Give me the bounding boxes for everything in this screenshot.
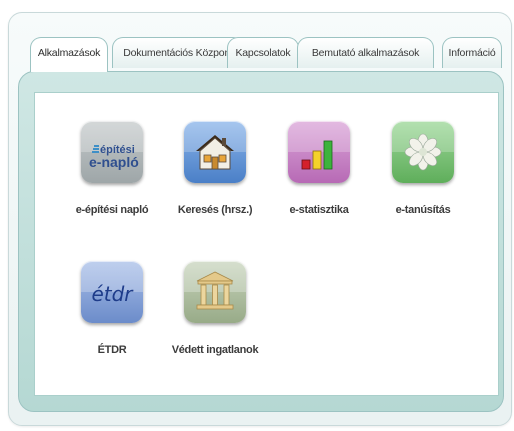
app-e-epitesi-naplo[interactable]: építési e-napló e-építési napló [57,121,167,216]
tab-dokumentacios-kozpont[interactable]: Dokumentációs Központ [112,37,244,68]
icon-text-bottom: e-napló [89,154,139,170]
app-label: e-tanúsítás [395,204,451,216]
tab-bar: Alkalmazások Dokumentációs Központ Kapcs… [25,37,505,72]
tab-alkalmazasok[interactable]: Alkalmazások [30,37,108,72]
tab-informacio[interactable]: Információ [442,37,502,68]
app-label: e-építési napló [75,204,149,216]
app-e-statisztika[interactable]: e-statisztika [264,121,374,216]
tab-kapcsolatok[interactable]: Kapcsolatok [227,37,299,68]
app-label: ÉTDR [97,344,127,356]
tab-bemutato-alkalmazasok[interactable]: Bemutató alkalmazások [297,37,434,68]
app-kereses-hrsz[interactable]: Keresés (hrsz.) [160,121,270,216]
bar-chart-icon [288,121,350,183]
apps-content-area: építési e-napló e-építési napló Keresés … [34,92,499,396]
app-etdr[interactable]: étdr ÉTDR [57,261,167,356]
app-e-tanusitas[interactable]: e-tanúsítás [368,121,478,216]
icon-text: étdr [91,282,134,306]
etdr-logo-icon: étdr [81,261,143,323]
app-label: e-statisztika [289,204,349,216]
columns-building-icon [184,261,246,323]
app-label: Védett ingatlanok [171,344,259,356]
e-epitesi-naplo-logo-icon: építési e-napló [81,121,143,183]
app-label: Keresés (hrsz.) [177,204,253,216]
house-icon [184,121,246,183]
app-vedett-ingatlanok[interactable]: Védett ingatlanok [160,261,270,356]
flower-icon [392,121,454,183]
